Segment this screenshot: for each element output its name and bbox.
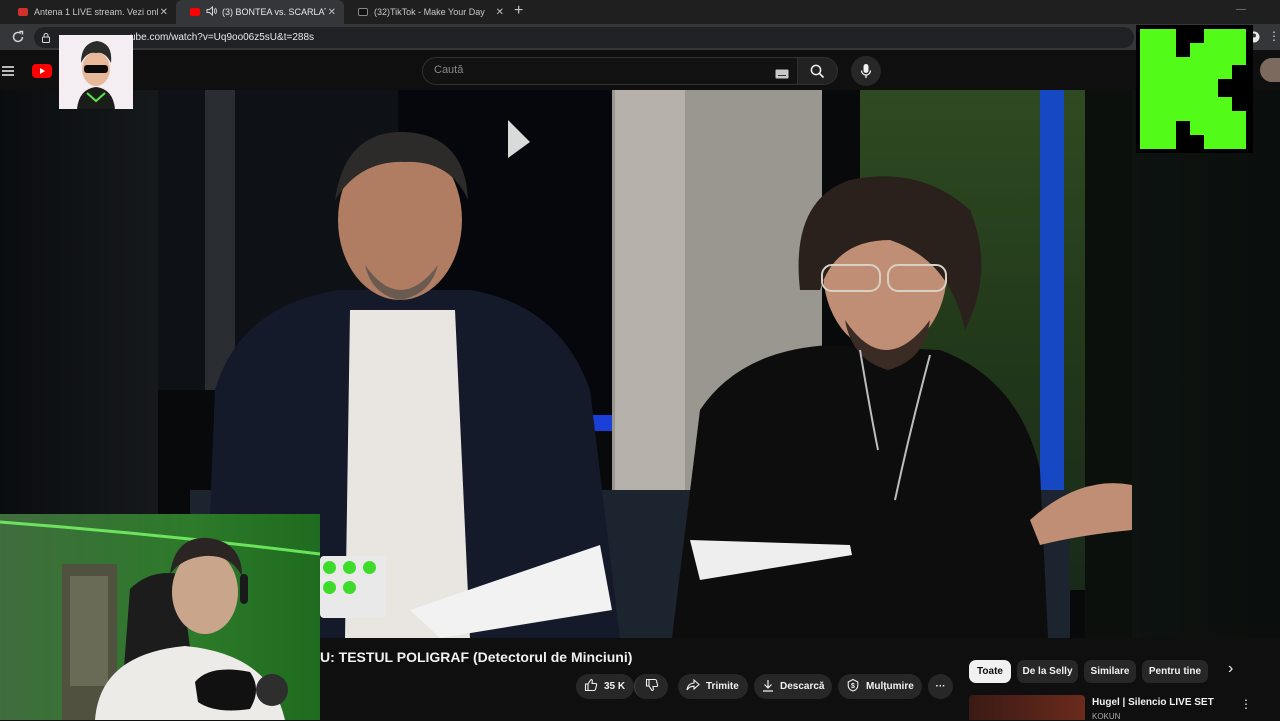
antena-favicon-icon xyxy=(18,8,28,16)
voice-search-button[interactable] xyxy=(851,56,881,86)
super-thanks-icon: $ xyxy=(846,678,860,695)
chip-similar[interactable]: Similare xyxy=(1084,660,1136,683)
webcam-frame xyxy=(0,514,320,720)
like-count: 35 K xyxy=(604,681,626,692)
hamburger-menu-icon[interactable] xyxy=(1,64,15,82)
search-placeholder: Caută xyxy=(434,64,464,76)
tab-title: (32)TikTok - Make Your Day xyxy=(374,7,485,17)
speaker-icon[interactable] xyxy=(206,5,217,18)
cartoon-avatar-icon xyxy=(59,35,133,109)
keyboard-icon[interactable] xyxy=(775,66,789,84)
browser-menu-icon[interactable]: ⋮ xyxy=(1268,29,1280,43)
download-icon xyxy=(762,679,774,695)
browser-tab-antena[interactable]: Antena 1 LIVE stream. Vezi online ✕ xyxy=(4,0,176,24)
share-icon xyxy=(686,678,700,694)
like-button[interactable]: 35 K xyxy=(576,674,634,699)
download-button[interactable]: Descarcă xyxy=(754,674,832,699)
youtube-logo-icon[interactable] xyxy=(32,64,56,83)
dot-icon xyxy=(363,561,376,574)
share-label: Trimite xyxy=(706,681,739,692)
tiktok-favicon-icon xyxy=(358,8,368,16)
dot-icon xyxy=(343,581,356,594)
thanks-button[interactable]: $ Mulțumire xyxy=(838,674,922,699)
tab-title: Antena 1 LIVE stream. Vezi online xyxy=(34,7,158,17)
dot-icon xyxy=(323,581,336,594)
thumbs-up-icon xyxy=(584,678,598,695)
youtube-favicon-icon xyxy=(190,8,200,16)
search-input[interactable] xyxy=(422,57,798,85)
green-dots-widget xyxy=(320,556,386,618)
thumbs-down-icon xyxy=(645,678,659,695)
tab-title: (3) BONTEA vs. SCARLATESC xyxy=(222,7,326,17)
address-url: ube.com/watch?v=Uq9oo06z5sU&t=288s xyxy=(130,32,315,43)
related-video-title[interactable]: Hugel | Silencio LIVE SET xyxy=(1092,697,1214,708)
svg-text:$: $ xyxy=(851,683,855,690)
video-side-area xyxy=(1132,90,1280,638)
thanks-label: Mulțumire xyxy=(866,681,914,692)
site-info-icon[interactable] xyxy=(40,31,52,49)
close-tab-icon[interactable]: ✕ xyxy=(160,7,168,18)
browser-tab-strip: Antena 1 LIVE stream. Vezi online ✕ (3) … xyxy=(0,0,1280,24)
close-tab-icon[interactable]: ✕ xyxy=(328,7,336,18)
related-video-thumbnail[interactable] xyxy=(969,695,1085,720)
chip-from-channel[interactable]: De la Selly xyxy=(1017,660,1078,683)
account-avatar[interactable] xyxy=(1260,58,1280,82)
related-more-icon[interactable]: ⋮ xyxy=(1240,697,1252,711)
streamer-avatar-overlay xyxy=(59,35,133,109)
more-horizontal-icon: ··· xyxy=(935,681,946,692)
search-button[interactable] xyxy=(798,57,838,85)
reload-icon[interactable] xyxy=(11,30,25,49)
share-button[interactable]: Trimite xyxy=(678,674,748,699)
browser-tab-youtube[interactable]: (3) BONTEA vs. SCARLATESC ✕ xyxy=(176,0,344,24)
dislike-button[interactable] xyxy=(634,674,668,699)
kick-logo xyxy=(1136,25,1253,153)
minimize-icon[interactable]: — xyxy=(1236,4,1246,15)
chip-for-you[interactable]: Pentru tine xyxy=(1142,660,1208,683)
chip-all[interactable]: Toate xyxy=(969,660,1011,683)
dot-icon xyxy=(343,561,356,574)
more-actions-button[interactable]: ··· xyxy=(928,674,953,699)
browser-tab-tiktok[interactable]: (32)TikTok - Make Your Day ✕ xyxy=(344,0,512,24)
streamer-webcam xyxy=(0,514,320,720)
kick-logo-icon xyxy=(1136,25,1253,153)
new-tab-button[interactable]: + xyxy=(514,2,523,20)
chips-next-icon[interactable]: › xyxy=(1228,660,1233,678)
search-icon xyxy=(810,64,825,84)
microphone-icon xyxy=(860,63,872,84)
download-label: Descarcă xyxy=(780,681,825,692)
video-title: U: TESTUL POLIGRAF (Detectorul de Minciu… xyxy=(320,649,633,665)
dot-icon xyxy=(323,561,336,574)
close-tab-icon[interactable]: ✕ xyxy=(496,7,504,18)
